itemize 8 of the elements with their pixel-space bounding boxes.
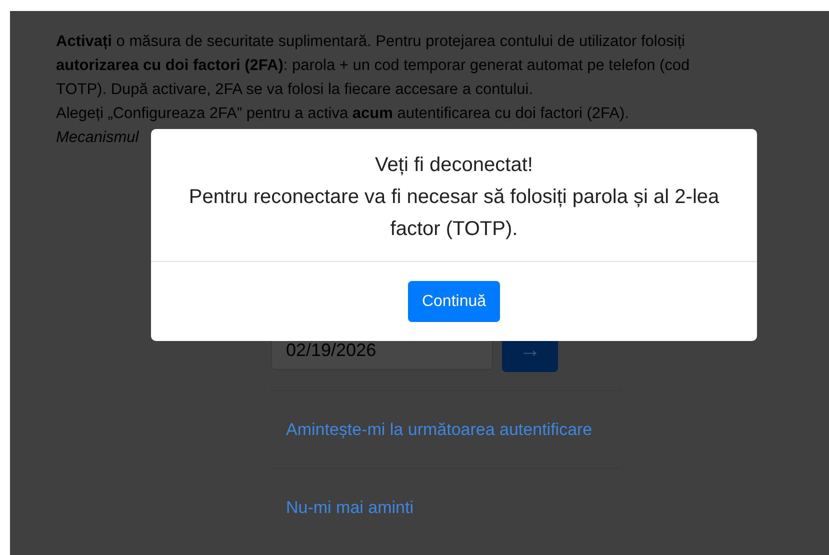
intro-paragraph: Activați o măsura de securitate suplimentară. Pentru protejarea contului de utilizator folosiți autorizarea cu doi factori (2FA): parola + un cod temporar generat automat pe telefon (cod TOTP). După activare, 2FA se va folosi la fiecare accesare a contului. <box>56 32 691 100</box>
remind-link[interactable]: Amintește-mi la următoarea autentificare <box>286 420 592 440</box>
continue-button[interactable]: Continuă <box>408 281 500 322</box>
dialog-message: Pentru reconectare va fi necesar să folosiți parola și al 2-lea factor (TOTP). <box>188 185 720 242</box>
instruction-text: Alegeți „Configureaza 2FA” pentru a activa acum autentificarea cu doi factori (2FA). <box>56 104 630 124</box>
remind-link[interactable]: Nu-mi mai aminti <box>286 498 414 518</box>
note-text: Mecanismul <box>56 128 139 148</box>
dialog-title: Veți fi deconectat! <box>374 153 534 178</box>
